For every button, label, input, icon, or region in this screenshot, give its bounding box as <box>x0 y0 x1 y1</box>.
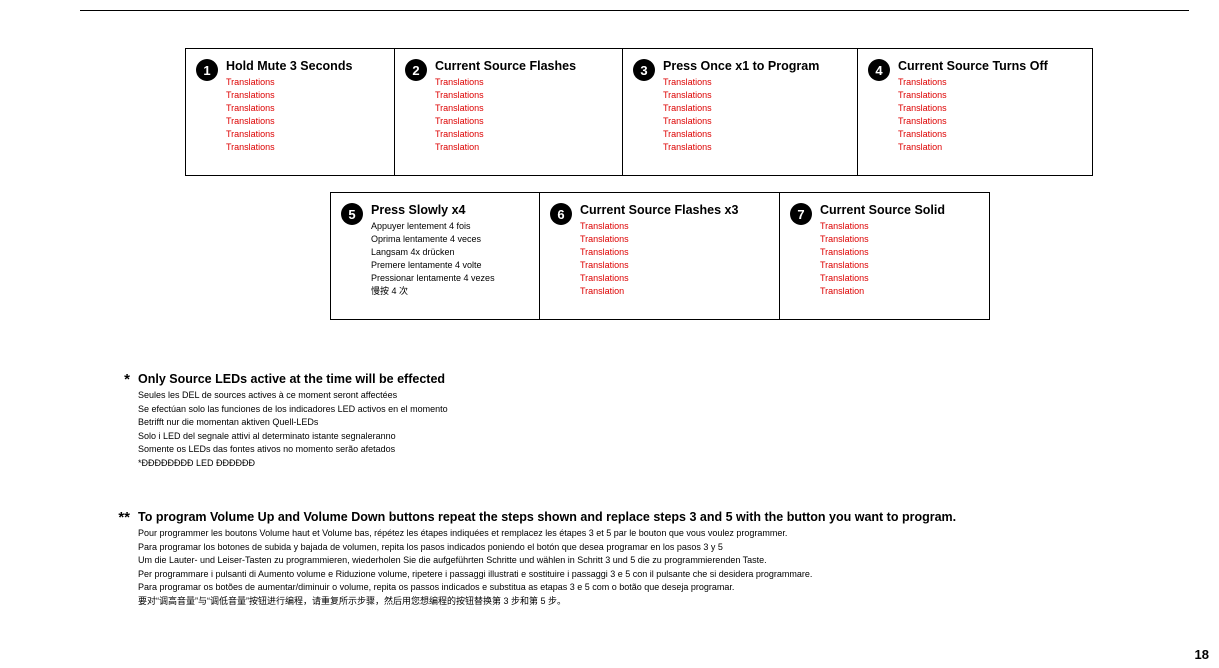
step-box-2: 2Current Source FlashesTranslationsTrans… <box>395 48 623 176</box>
step-number-1: 1 <box>196 59 218 81</box>
step-box-7: 7Current Source SolidTranslationsTransla… <box>780 192 990 320</box>
footnote-2-body: To program Volume Up and Volume Down but… <box>138 510 956 608</box>
step-body-6: Current Source Flashes x3TranslationsTra… <box>580 203 738 298</box>
step-4-translation: Translations <box>898 102 1048 115</box>
step-7-translation: Translations <box>820 233 945 246</box>
step-2-translation: Translations <box>435 76 576 89</box>
step-box-6: 6Current Source Flashes x3TranslationsTr… <box>540 192 780 320</box>
step-7-translation: Translations <box>820 272 945 285</box>
step-6-translation: Translations <box>580 259 738 272</box>
step-5-translation: Oprima lentamente 4 veces <box>371 233 495 246</box>
step-2-translation: Translation <box>435 141 576 154</box>
step-body-5: Press Slowly x4 Appuyer lentement 4 foisO… <box>371 203 495 298</box>
step-title-6: Current Source Flashes x3 <box>580 203 738 217</box>
note2-line: Um die Lauter- und Leiser-Tasten zu prog… <box>138 554 956 568</box>
step-3-translation: Translations <box>663 128 819 141</box>
step-body-2: Current Source FlashesTranslationsTransl… <box>435 59 576 154</box>
step-title-5: Press Slowly x4 <box>371 203 495 217</box>
footnote-2-title: To program Volume Up and Volume Down but… <box>138 510 956 524</box>
note1-line: Se efectúan solo las funciones de los in… <box>138 403 448 417</box>
page-number: 18 <box>1195 647 1209 662</box>
step-body-7: Current Source SolidTranslationsTranslat… <box>820 203 945 298</box>
step-6-translation: Translations <box>580 220 738 233</box>
step-5-translation: Premere lentamente 4 volte <box>371 259 495 272</box>
step-7-translation: Translations <box>820 246 945 259</box>
note2-line: Para programar los botones de subida y b… <box>138 541 956 555</box>
footnote-1-mark: * <box>110 371 130 388</box>
step-1-translation: Translations <box>226 115 352 128</box>
step-1-translation: Translations <box>226 141 352 154</box>
step-box-3: 3Press Once x1 to ProgramTranslationsTra… <box>623 48 858 176</box>
note2-line: Para programar os botões de aumentar/dim… <box>138 581 956 595</box>
step-4-translation: Translations <box>898 128 1048 141</box>
step-title-1: Hold Mute 3 Seconds <box>226 59 352 73</box>
footnote-1: * Only Source LEDs active at the time wi… <box>110 372 448 470</box>
step-7-translation: Translation <box>820 285 945 298</box>
note2-line: 要对“调高音量”与“调低音量”按钮进行编程，请重复所示步骤，然后用您想编程的按钮… <box>138 595 956 609</box>
step-box-1: 1Hold Mute 3 SecondsTranslationsTranslat… <box>185 48 395 176</box>
note1-line: Somente os LEDs das fontes ativos no mom… <box>138 443 448 457</box>
step-1-translation: Translations <box>226 89 352 102</box>
step-title-2: Current Source Flashes <box>435 59 576 73</box>
step-body-3: Press Once x1 to ProgramTranslationsTran… <box>663 59 819 154</box>
step-5-translation: Pressionar lentamente 4 vezes <box>371 272 495 285</box>
step-4-translation: Translations <box>898 89 1048 102</box>
step-3-translation: Translations <box>663 102 819 115</box>
note1-line: Seules les DEL de sources actives à ce m… <box>138 389 448 403</box>
step-number-5: 5 <box>341 203 363 225</box>
note1-line: Betrifft nur die momentan aktiven Quell-… <box>138 416 448 430</box>
step-title-7: Current Source Solid <box>820 203 945 217</box>
step-box-5: 5 Press Slowly x4 Appuyer lentement 4 fois… <box>330 192 540 320</box>
step-4-translation: Translations <box>898 76 1048 89</box>
note1-line: Solo i LED del segnale attivi al determi… <box>138 430 448 444</box>
step-2-translation: Translations <box>435 89 576 102</box>
step-6-translation: Translations <box>580 233 738 246</box>
step-7-translation: Translations <box>820 259 945 272</box>
footnote-1-body: Only Source LEDs active at the time will… <box>138 372 448 470</box>
footnote-2: ** To program Volume Up and Volume Down … <box>110 510 956 608</box>
step-number-7: 7 <box>790 203 812 225</box>
step-4-translation: Translations <box>898 115 1048 128</box>
step-5-translation: Langsam 4x drücken <box>371 246 495 259</box>
steps-row-2: 5 Press Slowly x4 Appuyer lentement 4 fois… <box>330 192 990 320</box>
step-number-3: 3 <box>633 59 655 81</box>
step-5-translation: 慢按 4 次 <box>371 285 495 298</box>
step-5-translation: Appuyer lentement 4 fois <box>371 220 495 233</box>
top-rule <box>80 10 1189 11</box>
step-6-translation: Translation <box>580 285 738 298</box>
steps-row-1: 1Hold Mute 3 SecondsTranslationsTranslat… <box>185 48 1093 176</box>
step-3-translation: Translations <box>663 115 819 128</box>
step-1-translation: Translations <box>226 128 352 141</box>
step-box-4: 4Current Source Turns OffTranslationsTra… <box>858 48 1093 176</box>
step-2-translation: Translations <box>435 128 576 141</box>
step-6-translation: Translations <box>580 246 738 259</box>
step-2-translation: Translations <box>435 115 576 128</box>
step-2-translation: Translations <box>435 102 576 115</box>
step-3-translation: Translations <box>663 141 819 154</box>
step-6-translation: Translations <box>580 272 738 285</box>
step-1-translation: Translations <box>226 76 352 89</box>
footnote-2-mark: ** <box>110 509 130 526</box>
step-number-6: 6 <box>550 203 572 225</box>
step-4-translation: Translation <box>898 141 1048 154</box>
step-number-4: 4 <box>868 59 890 81</box>
step-title-4: Current Source Turns Off <box>898 59 1048 73</box>
footnote-1-title: Only Source LEDs active at the time will… <box>138 372 448 386</box>
step-7-translation: Translations <box>820 220 945 233</box>
step-3-translation: Translations <box>663 89 819 102</box>
note2-line: Per programmare i pulsanti di Aumento vo… <box>138 568 956 582</box>
step-1-translation: Translations <box>226 102 352 115</box>
step-number-2: 2 <box>405 59 427 81</box>
note1-line: *ÐÐÐÐÐÐÐÐ LED ÐÐÐÐÐÐ <box>138 457 448 471</box>
note2-line: Pour programmer les boutons Volume haut … <box>138 527 956 541</box>
step-title-3: Press Once x1 to Program <box>663 59 819 73</box>
step-body-1: Hold Mute 3 SecondsTranslationsTranslati… <box>226 59 352 154</box>
step-3-translation: Translations <box>663 76 819 89</box>
step-body-4: Current Source Turns OffTranslationsTran… <box>898 59 1048 154</box>
